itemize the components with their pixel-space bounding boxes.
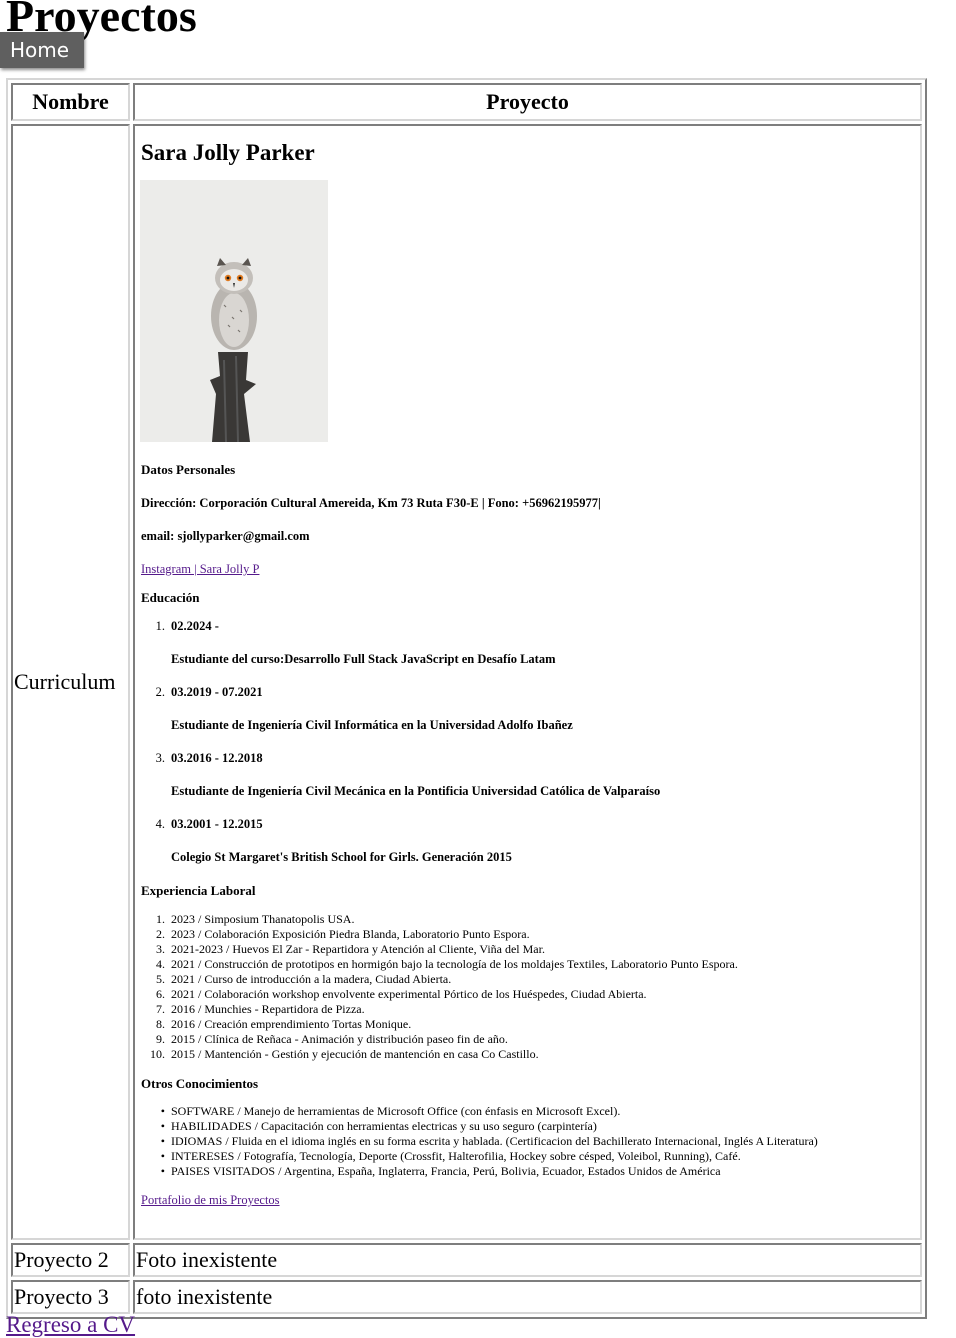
- instagram-link[interactable]: Instagram | Sara Jolly P: [141, 562, 259, 577]
- education-item-date: 2. 03.2019 - 07.2021: [155, 685, 263, 699]
- other-item: • HABILIDADES / Capacitación con herramie…: [160, 1119, 597, 1133]
- row-name-curriculum: Curriculum: [11, 124, 130, 1240]
- other-item: • SOFTWARE / Manejo de herramientas de Mi…: [160, 1104, 621, 1118]
- education-heading: Educación: [141, 590, 200, 605]
- education-item-desc: Estudiante de Ingeniería Civil Informáti…: [171, 718, 573, 732]
- experience-item: 1. 2023 / Simposium Thanatopolis USA.: [156, 912, 355, 926]
- email-text: email: sjollyparker@gmail.com: [141, 529, 310, 543]
- row-name-proyecto-3: Proyecto 3: [11, 1280, 130, 1314]
- experience-item: 2. 2023 / Colaboración Exposición Piedra …: [156, 927, 530, 941]
- personal-heading: Datos Personales: [141, 462, 236, 477]
- row-name-proyecto-2: Proyecto 2: [11, 1243, 130, 1277]
- other-heading: Otros Conocimientos: [141, 1076, 259, 1091]
- other-item: • INTERESES / Fotografía, Tecnología, Dep…: [160, 1149, 741, 1163]
- row-project-proyecto-2: Foto inexistente: [133, 1243, 922, 1277]
- home-button[interactable]: Home: [0, 32, 84, 68]
- owl-photo: [140, 180, 328, 442]
- curriculum-cell: Sara Jolly Parker Datos Personales Direc…: [133, 124, 922, 1240]
- education-item-desc: Estudiante del curso:Desarrollo Full Sta…: [171, 652, 556, 666]
- row-project-proyecto-3: foto inexistente: [133, 1280, 922, 1314]
- education-item-date: 4. 03.2001 - 12.2015: [155, 817, 263, 831]
- address-text: Dirección: Corporación Cultural Amereida…: [141, 496, 601, 510]
- header-nombre: Nombre: [11, 83, 130, 121]
- experience-item: 4. 2021 / Construcción de prototipos en h…: [156, 957, 738, 971]
- experience-item: 7. 2016 / Munchies - Repartidora de Pizza…: [156, 1002, 365, 1016]
- other-item: • IDIOMAS / Fluida en el idioma inglés en…: [160, 1134, 818, 1148]
- experience-item: 9. 2015 / Clínica de Reñaca - Animación y…: [156, 1032, 508, 1046]
- portfolio-link[interactable]: Portafolio de mis Proyectos: [141, 1193, 280, 1208]
- experience-item: 5. 2021 / Curso de introducción a la made…: [156, 972, 452, 986]
- cv-name: Sara Jolly Parker: [141, 140, 315, 165]
- experience-item: 10. 2015 / Mantención - Gestión y ejecuci…: [150, 1047, 539, 1061]
- other-item: • PAISES VISITADOS / Argentina, España, I…: [160, 1164, 721, 1178]
- education-item-date: 3. 03.2016 - 12.2018: [155, 751, 263, 765]
- cv-content: Sara Jolly Parker Datos Personales Direc…: [140, 130, 915, 1234]
- projects-table: Nombre Proyecto Curriculum Sara Jolly Pa…: [6, 78, 927, 1319]
- education-item-desc: Colegio St Margaret's British School for…: [171, 850, 512, 864]
- back-to-cv-link[interactable]: Regreso a CV: [6, 1312, 135, 1338]
- experience-item: 6. 2021 / Colaboración workshop envolvent…: [156, 987, 647, 1001]
- education-item-desc: Estudiante de Ingeniería Civil Mecánica …: [171, 784, 661, 798]
- education-item-date: 1. 02.2024 -: [155, 619, 219, 633]
- experience-heading: Experiencia Laboral: [141, 883, 256, 898]
- header-proyecto: Proyecto: [133, 83, 922, 121]
- experience-item: 8. 2016 / Creación emprendimiento Tortas …: [156, 1017, 412, 1031]
- experience-item: 3. 2021-2023 / Huevos El Zar - Repartidor…: [156, 942, 545, 956]
